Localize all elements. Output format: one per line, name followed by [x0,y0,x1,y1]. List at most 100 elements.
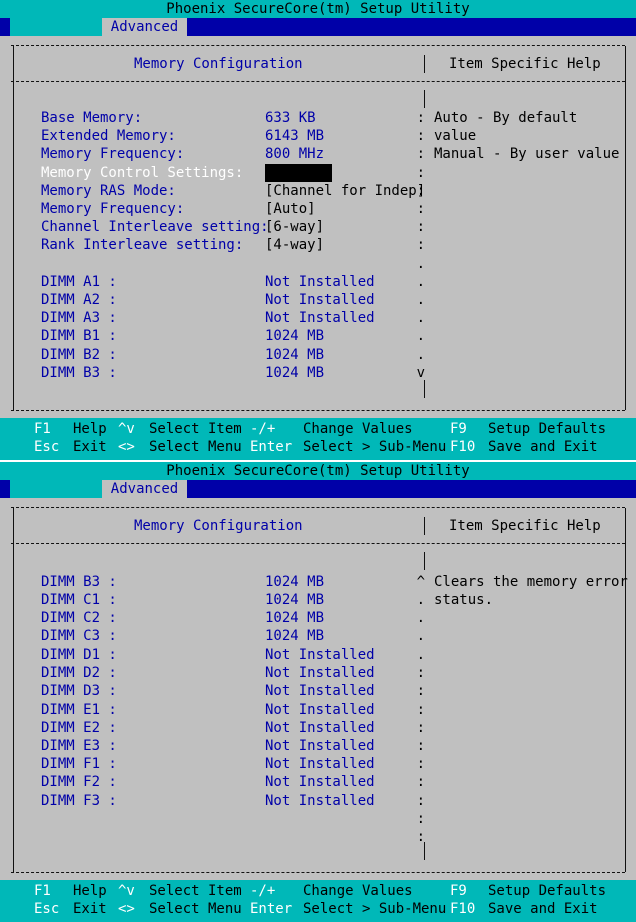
frame-bottom [11,410,625,411]
scroll-track: : [416,201,425,217]
setting-label: DIMM A1 : [41,274,117,290]
help-text-line: status. [434,592,494,608]
scroll-down-arrow-icon[interactable]: v [411,364,425,382]
scroll-track: . [416,256,425,272]
frame-column-separator [424,90,425,108]
menu-bar: Advanced [0,480,636,498]
key-desc: Select > Sub-Menu [303,901,447,917]
scroll-track: : [416,702,425,718]
setting-value: Not Installed [265,274,375,290]
memory-frequency-select[interactable]: [Auto] [265,200,316,218]
setting-label: DIMM B2 : [41,347,117,363]
scroll-track: : [416,110,425,126]
scroll-track: : [416,128,425,144]
setting-value: Not Installed [265,683,375,699]
key-desc: Help [73,883,107,899]
scroll-track: . [416,592,425,608]
frame-header-divider [11,543,625,544]
key-enter: Enter [250,439,293,455]
bios-screen-2: Phoenix SecureCore(tm) Setup Utility Adv… [0,462,636,922]
channel-interleave-select[interactable]: [6-way] [265,218,324,236]
key-up-down: ^v [118,421,135,437]
setting-value: Not Installed [265,738,375,754]
setting-value: Not Installed [265,665,375,681]
key-f10: F10 [450,901,476,917]
setting-label: DIMM E1 : [41,702,117,718]
key-minus-plus: -/+ [250,421,276,437]
setting-row-rank-interleave[interactable]: Rank Interleave setting: [4-way] : [0,236,636,254]
setting-row-memory-frequency-select[interactable]: Memory Frequency: [Auto] : [0,200,636,218]
help-text-line: Auto - By default [434,110,578,126]
menu-bar-cap [10,480,102,498]
key-minus-plus: -/+ [250,883,276,899]
setting-value: Not Installed [265,793,375,809]
key-desc: Exit [73,901,107,917]
setting-value: Not Installed [265,292,375,308]
key-f10: F10 [450,439,476,455]
scroll-track: : [416,811,425,827]
setting-value: Not Installed [265,756,375,772]
frame-column-separator-bottom [424,380,425,398]
menu-bar-cap [10,18,102,36]
scroll-up-arrow-icon[interactable]: ^ [411,573,425,591]
scroll-track: . [416,274,425,290]
scroll-track: : [416,793,425,809]
blank-row: : [0,828,636,846]
help-text-line: Manual - By user value [434,146,620,162]
frame-bottom [11,872,625,873]
dimm-row-d1: DIMM D1 : Not Installed . [0,646,636,664]
setting-row-memory-ras-mode[interactable]: Memory RAS Mode: [Channel for Indep] : [0,182,636,200]
setting-label: DIMM F1 : [41,756,117,772]
setting-label: DIMM D1 : [41,647,117,663]
footer-line-1: F1 Help ^v Select Item -/+ Change Values… [0,882,636,900]
key-desc: Help [73,421,107,437]
key-desc: Select Menu [149,901,242,917]
setting-value: 1024 MB [265,628,325,644]
setting-row-memory-control-settings[interactable]: Memory Control Settings: [Manual] : [0,164,636,182]
footer-line-2: Esc Exit <> Select Menu Enter Select > S… [0,900,636,918]
setting-value: 1024 MB [265,328,325,344]
dimm-row-e3: DIMM E3 : Not Installed : [0,737,636,755]
setting-label: DIMM C2 : [41,610,117,626]
setting-value: 1024 MB [265,592,325,608]
dimm-row-e1: DIMM E1 : Not Installed : [0,701,636,719]
key-desc: Select Item [149,883,242,899]
scroll-track: : [416,720,425,736]
key-esc: Esc [34,901,60,917]
tab-advanced[interactable]: Advanced [102,18,187,36]
setting-value: 800 MHz [265,146,325,162]
scroll-track: : [416,829,425,845]
scroll-track: : [416,774,425,790]
setting-label: DIMM E3 : [41,738,117,754]
setting-label: DIMM D2 : [41,665,117,681]
dimm-row-a2: DIMM A2 : Not Installed . [0,291,636,309]
memory-control-select[interactable]: [Manual] [265,164,333,182]
scroll-track: : [416,683,425,699]
setting-row-blank: . [0,255,636,273]
rank-interleave-select[interactable]: [4-way] [265,236,324,254]
dimm-row-b3: DIMM B3 : 1024 MB v [0,364,636,382]
setting-value: Not Installed [265,647,375,663]
help-text-line: value [434,128,477,144]
frame-header-divider [11,81,625,82]
scroll-track: : [416,665,425,681]
setting-value: 633 KB [265,110,316,126]
tab-advanced[interactable]: Advanced [102,480,187,498]
setting-row-extended-memory: Extended Memory: 6143 MB : [0,127,636,145]
window-title: Phoenix SecureCore(tm) Setup Utility [0,0,636,18]
help-title: Item Specific Help [449,56,601,72]
setting-row-channel-interleave[interactable]: Channel Interleave setting: [6-way] : [0,218,636,236]
key-desc: Select > Sub-Menu [303,439,447,455]
dimm-row-a1: DIMM A1 : Not Installed . [0,273,636,291]
key-desc: Save and Exit [488,901,598,917]
key-desc: Select Item [149,421,242,437]
dimm-row-a3: DIMM A3 : Not Installed . [0,309,636,327]
frame-header-separator [424,517,425,535]
dimm-row-b1: DIMM B1 : 1024 MB . [0,327,636,345]
setting-label: Memory RAS Mode: [41,183,176,199]
scroll-track: : [416,219,425,235]
dimm-row-c1: DIMM C1 : 1024 MB . [0,591,636,609]
memory-ras-mode-select[interactable]: [Channel for Indep] [265,182,425,200]
dimm-row-f2: DIMM F2 : Not Installed : [0,773,636,791]
dimm-row-b2: DIMM B2 : 1024 MB . [0,346,636,364]
